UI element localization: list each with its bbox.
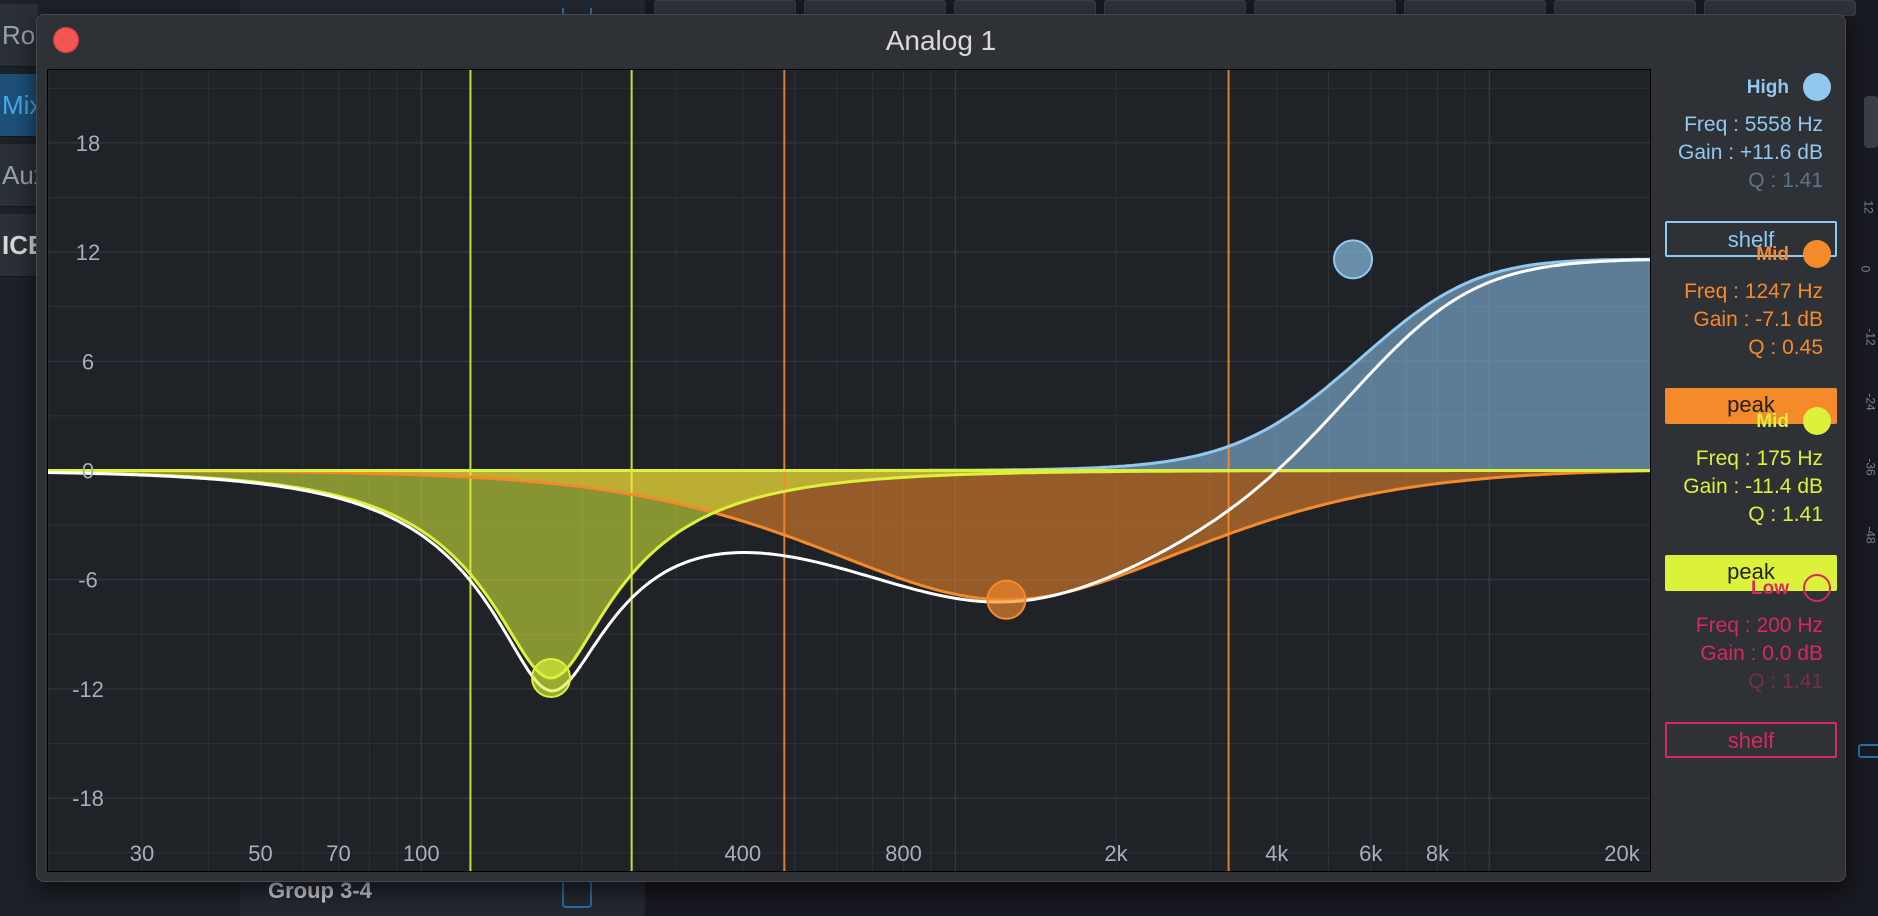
- q-label: Q :: [1748, 503, 1777, 526]
- gain-value[interactable]: 0.0 dB: [1762, 642, 1823, 665]
- gain-value[interactable]: -7.1 dB: [1755, 308, 1823, 331]
- band-freq-row[interactable]: Freq : 175 Hz: [1653, 447, 1823, 471]
- y-axis-label: 0: [82, 459, 94, 484]
- meter-scale-label: -24: [1863, 393, 1878, 411]
- band-name: Mid: [1756, 244, 1789, 265]
- freq-value[interactable]: 175 Hz: [1756, 447, 1823, 470]
- band-gain-row[interactable]: Gain : +11.6 dB: [1653, 141, 1823, 165]
- band-enable-toggle[interactable]: [1803, 73, 1831, 101]
- y-axis-label: 12: [76, 240, 100, 265]
- q-label: Q :: [1748, 670, 1777, 693]
- x-axis-label: 2k: [1104, 841, 1128, 866]
- band-low: Low Freq : 200 Hz Gain : 0.0 dB Q : 1.41…: [1653, 570, 1843, 770]
- freq-value[interactable]: 1247 Hz: [1745, 280, 1823, 303]
- meter-scale-label: -48: [1863, 526, 1878, 544]
- fader-handle[interactable]: [1858, 744, 1878, 758]
- x-axis-label: 8k: [1426, 841, 1450, 866]
- x-axis-label: 30: [130, 841, 154, 866]
- gain-label: Gain :: [1683, 475, 1740, 498]
- x-axis-label: 4k: [1265, 841, 1289, 866]
- band-gain-row[interactable]: Gain : 0.0 dB: [1653, 642, 1823, 666]
- q-label: Q :: [1748, 169, 1777, 192]
- band-parameter-panel: High Freq : 5558 Hz Gain : +11.6 dB Q : …: [1653, 69, 1843, 870]
- window-titlebar[interactable]: Analog 1: [37, 15, 1845, 67]
- band-freq-row[interactable]: Freq : 1247 Hz: [1653, 280, 1823, 304]
- group-checkbox[interactable]: [562, 878, 592, 908]
- band-q-row[interactable]: Q : 1.41: [1653, 503, 1823, 527]
- freq-label: Freq :: [1684, 280, 1739, 303]
- freq-label: Freq :: [1695, 614, 1751, 637]
- band-handle[interactable]: [531, 658, 572, 699]
- meter-scale-label: 0: [1858, 265, 1873, 273]
- sidebar-tab-mix[interactable]: Mix: [0, 74, 38, 137]
- eq-curve-plot[interactable]: 18 12 6 0 -6 -12 -18 30 50 70 100 400 800 2k 4k 6k 8k 20…: [48, 70, 1650, 871]
- gain-label: Gain :: [1678, 141, 1735, 164]
- x-axis-label: 100: [403, 841, 440, 866]
- y-axis-label: 6: [82, 349, 94, 374]
- sidebar-tab-device[interactable]: ICE: [0, 214, 38, 277]
- y-axis-label: -12: [72, 677, 104, 702]
- meter-scale-label: -36: [1863, 458, 1878, 476]
- band-response-fill: [48, 470, 1650, 600]
- q-value[interactable]: 1.41: [1782, 670, 1823, 693]
- gain-value[interactable]: -11.4 dB: [1745, 475, 1823, 498]
- band-name: Mid: [1756, 411, 1789, 432]
- band-handle[interactable]: [986, 579, 1027, 620]
- band-enable-toggle[interactable]: [1803, 407, 1831, 435]
- window-title: Analog 1: [885, 25, 997, 56]
- x-axis-label: 6k: [1359, 841, 1383, 866]
- gain-label: Gain :: [1693, 308, 1750, 331]
- x-axis-label: 800: [885, 841, 922, 866]
- x-axis-label: 20k: [1604, 841, 1640, 866]
- freq-label: Freq :: [1695, 447, 1751, 470]
- y-axis-label: -6: [78, 568, 98, 593]
- band-name: Low: [1751, 578, 1789, 599]
- eq-graph[interactable]: 18 12 6 0 -6 -12 -18 30 50 70 100 400 800 2k 4k 6k 8k 20…: [47, 69, 1651, 872]
- band-freq-row[interactable]: Freq : 200 Hz: [1653, 614, 1823, 638]
- band-q-row[interactable]: Q : 1.41: [1653, 670, 1823, 694]
- band-enable-toggle[interactable]: [1803, 574, 1831, 602]
- q-value[interactable]: 1.41: [1782, 169, 1823, 192]
- band-gain-row[interactable]: Gain : -11.4 dB: [1653, 475, 1823, 499]
- freq-value[interactable]: 5558 Hz: [1745, 113, 1823, 136]
- band-handle[interactable]: [1333, 239, 1374, 280]
- y-axis-label: -18: [72, 786, 104, 811]
- band-response-fill: [48, 259, 1650, 471]
- y-axis-label: 18: [76, 131, 100, 156]
- x-axis-label: 400: [724, 841, 761, 866]
- band-q-row[interactable]: Q : 0.45: [1653, 336, 1823, 360]
- eq-window: Analog 1 18 12 6 0 -6 -12 -18 30 50 70 100 400 800 2…: [36, 14, 1846, 882]
- meter-scale-label: 12: [1861, 200, 1876, 214]
- band-gain-row[interactable]: Gain : -7.1 dB: [1653, 308, 1823, 332]
- sidebar-tab-aux[interactable]: Aux: [0, 144, 38, 207]
- q-value[interactable]: 1.41: [1782, 503, 1823, 526]
- sidebar-tab-routing[interactable]: Ro: [0, 4, 38, 67]
- band-enable-toggle[interactable]: [1803, 240, 1831, 268]
- freq-label: Freq :: [1684, 113, 1739, 136]
- x-axis-label: 70: [326, 841, 350, 866]
- q-value[interactable]: 0.45: [1782, 336, 1823, 359]
- band-name: High: [1746, 77, 1789, 98]
- x-axis-label: 50: [248, 841, 272, 866]
- band-type-button[interactable]: shelf: [1665, 722, 1837, 758]
- meter-scale-label: -12: [1863, 328, 1878, 346]
- q-label: Q :: [1748, 336, 1777, 359]
- freq-value[interactable]: 200 Hz: [1756, 614, 1823, 637]
- gain-label: Gain :: [1700, 642, 1757, 665]
- band-freq-row[interactable]: Freq : 5558 Hz: [1653, 113, 1823, 137]
- band-q-row[interactable]: Q : 1.41: [1653, 169, 1823, 193]
- gain-value[interactable]: +11.6 dB: [1740, 141, 1823, 164]
- fader-knob[interactable]: [1864, 96, 1878, 148]
